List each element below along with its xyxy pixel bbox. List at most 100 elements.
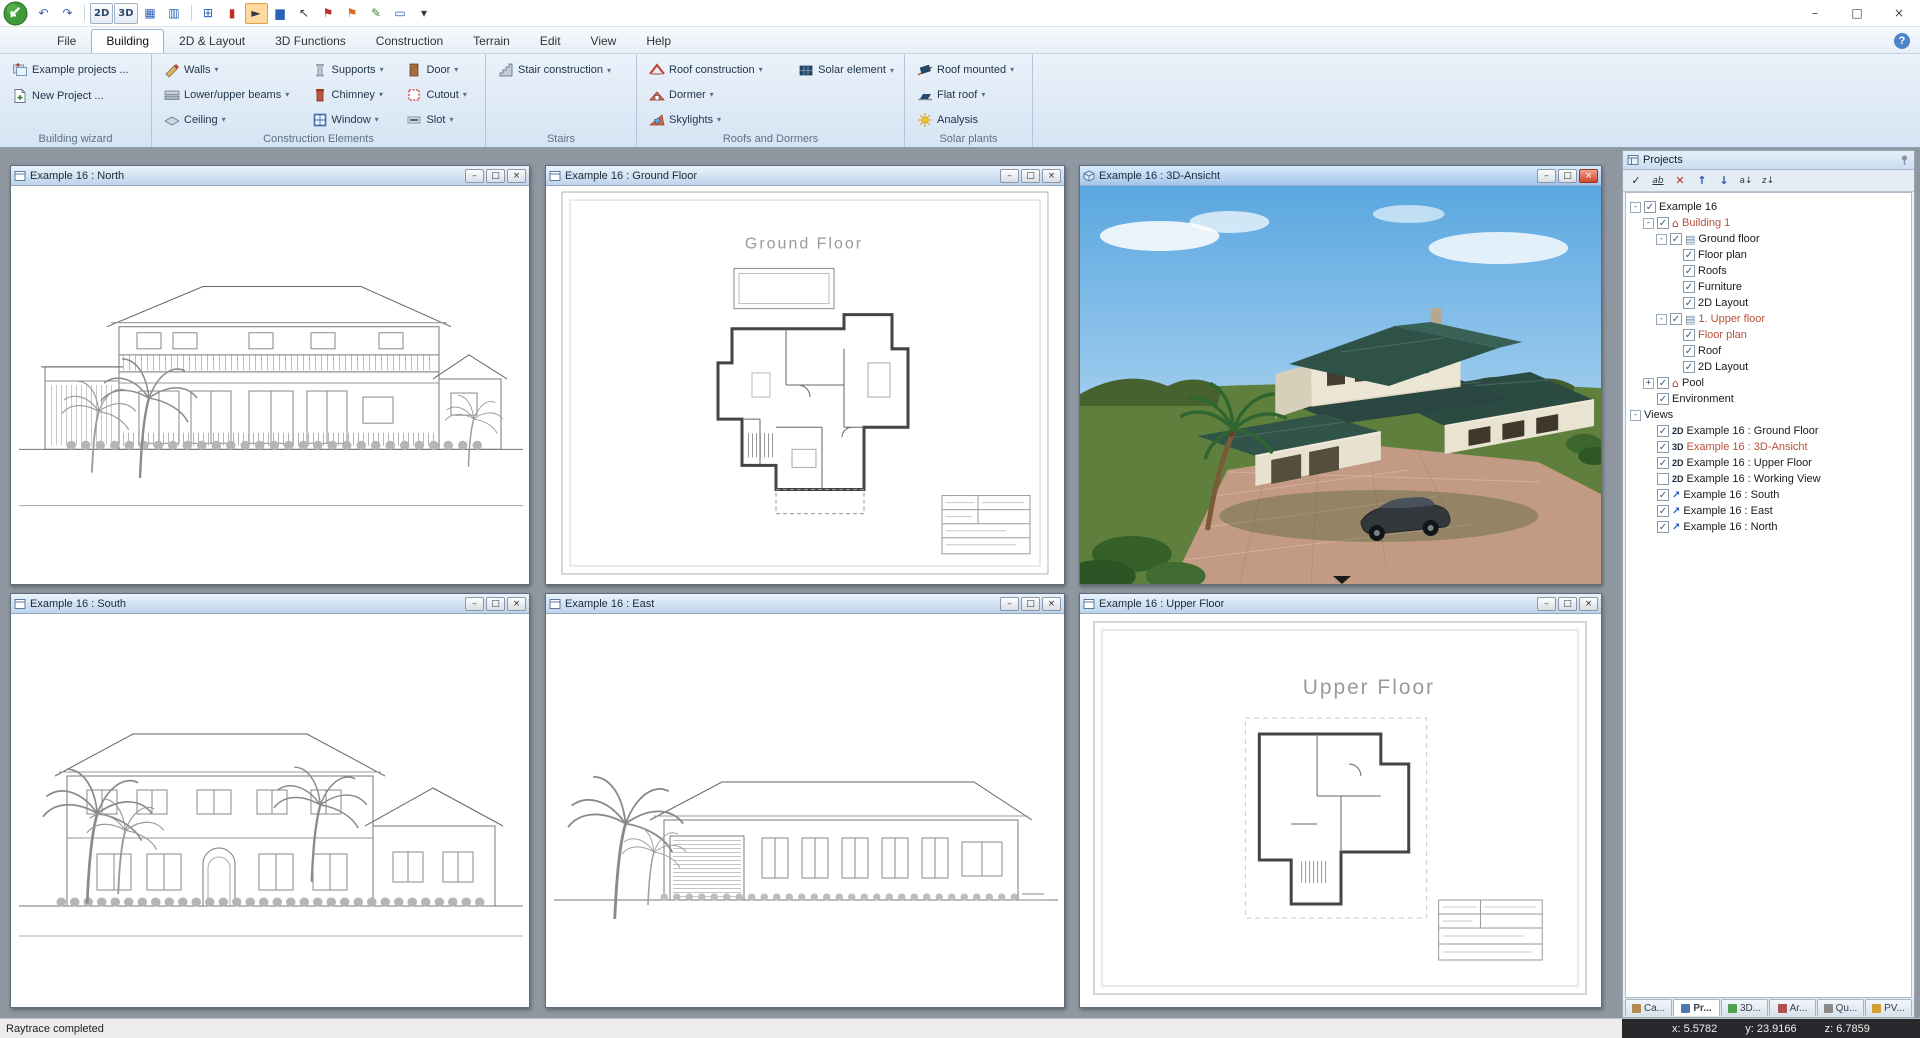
restore-button[interactable]: □ [1021, 169, 1040, 183]
tab-terrain[interactable]: Terrain [458, 29, 525, 53]
window-titlebar[interactable]: Example 16 : East –□× [546, 594, 1064, 614]
close-button[interactable]: × [1878, 0, 1920, 27]
undo-button[interactable]: ↶ [32, 3, 55, 24]
tree-item[interactable]: ✓Roofs [1627, 263, 1911, 279]
window-titlebar[interactable]: Example 16 : Ground Floor –□× [546, 166, 1064, 186]
checkbox[interactable]: ✓ [1670, 313, 1682, 325]
ribbon-item-chimney[interactable]: Chimney▾ [308, 83, 399, 106]
expander-icon[interactable]: + [1643, 378, 1654, 389]
ribbon-item-roof-mounted[interactable]: Roof mounted▾ [913, 58, 1018, 81]
checkbox[interactable]: ✓ [1683, 361, 1695, 373]
move-down-button[interactable]: ↓ [1714, 172, 1734, 190]
checkbox[interactable]: ✓ [1683, 249, 1695, 261]
tab-building[interactable]: Building [91, 29, 164, 53]
confirm-button[interactable]: ✓ [1626, 172, 1646, 190]
rename-button[interactable]: ab [1648, 172, 1668, 190]
flag-tool-button[interactable]: ⚑ [317, 3, 340, 24]
child-window-east[interactable]: Example 16 : East –□× [545, 593, 1065, 1008]
eraser-tool-button[interactable]: ▭ [389, 3, 412, 24]
minimize-button[interactable]: – [1794, 0, 1836, 27]
checkbox[interactable]: ✓ [1683, 265, 1695, 277]
window-titlebar[interactable]: Example 16 : Upper Floor –□× [1080, 594, 1601, 614]
tree-item[interactable]: ✓↗Example 16 : South [1627, 487, 1911, 503]
minimize-button[interactable]: – [1537, 169, 1556, 183]
pencil-tool-button[interactable]: ✎ [365, 3, 388, 24]
minimize-button[interactable]: – [1000, 169, 1019, 183]
checkbox[interactable]: ✓ [1657, 489, 1669, 501]
checkbox[interactable]: ✓ [1683, 297, 1695, 309]
ribbon-item-skylights[interactable]: Skylights▾ [645, 108, 790, 131]
checkbox[interactable]: ✓ [1683, 281, 1695, 293]
grid-toggle-button[interactable]: ⊞ [197, 3, 220, 24]
checkbox[interactable]: ✓ [1657, 377, 1669, 389]
tree-item[interactable]: -✓▤1. Upper floor [1627, 311, 1911, 327]
panel-tab-catalog[interactable]: Ca... [1625, 999, 1672, 1016]
marker-tool-button[interactable]: ⚑ [341, 3, 364, 24]
expander-icon[interactable]: - [1643, 218, 1654, 229]
tree-item[interactable]: ✓Floor plan [1627, 327, 1911, 343]
ribbon-item-analysis[interactable]: Analysis [913, 108, 1018, 131]
ribbon-item-cutout[interactable]: Cutout▾ [402, 83, 479, 106]
tab-3d-functions[interactable]: 3D Functions [260, 29, 361, 53]
select-tool-button[interactable]: ► [245, 3, 268, 24]
close-button[interactable]: × [507, 597, 526, 611]
checkbox[interactable]: ✓ [1657, 425, 1669, 437]
tab-construction[interactable]: Construction [361, 29, 458, 53]
minimize-button[interactable]: – [465, 597, 484, 611]
tree-item[interactable]: ✓3DExample 16 : 3D-Ansicht [1627, 439, 1911, 455]
help-icon[interactable]: ? [1894, 33, 1910, 49]
more-tools-button[interactable]: ▾ [413, 3, 436, 24]
view-2d-button[interactable]: 2D [90, 3, 113, 24]
tree-item[interactable]: ✓2D Layout [1627, 295, 1911, 311]
restore-button[interactable]: □ [1558, 597, 1577, 611]
cascade-windows-button[interactable]: ▥ [163, 3, 186, 24]
panel-tab-3d[interactable]: 3D... [1721, 999, 1768, 1016]
expander-icon[interactable]: - [1630, 202, 1641, 213]
tab-view[interactable]: View [576, 29, 632, 53]
checkbox[interactable]: ✓ [1657, 217, 1669, 229]
close-button[interactable]: × [1042, 597, 1061, 611]
delete-button[interactable]: ✕ [1670, 172, 1690, 190]
tree-item[interactable]: ✓↗Example 16 : East [1627, 503, 1911, 519]
ribbon-item-flat-roof[interactable]: Flat roof▾ [913, 83, 1018, 106]
tree-item[interactable]: ✓Environment [1627, 391, 1911, 407]
tree-item[interactable]: ✓↗Example 16 : North [1627, 519, 1911, 535]
maximize-button[interactable]: □ [1836, 0, 1878, 27]
tree-item[interactable]: ✓Roof [1627, 343, 1911, 359]
restore-button[interactable]: □ [486, 597, 505, 611]
tab-file[interactable]: File [42, 29, 91, 53]
minimize-button[interactable]: – [1000, 597, 1019, 611]
ribbon-item-window[interactable]: Window▾ [308, 108, 399, 131]
tree-item[interactable]: -✓Example 16 [1627, 199, 1911, 215]
sort-ascending-button[interactable]: a↓ [1736, 172, 1756, 190]
pointer-tool-button[interactable]: ↖ [293, 3, 316, 24]
north-elevation-canvas[interactable] [11, 186, 529, 584]
ribbon-item-ceiling[interactable]: Ceiling▾ [160, 108, 304, 131]
render-3d-canvas[interactable] [1080, 186, 1601, 584]
section-tool-button[interactable]: ▮ [221, 3, 244, 24]
window-titlebar[interactable]: Example 16 : North –□× [11, 166, 529, 186]
ribbon-item-example-projects[interactable]: Example projects ... [8, 58, 133, 82]
restore-button[interactable]: □ [486, 169, 505, 183]
tab-help[interactable]: Help [631, 29, 686, 53]
tab-edit[interactable]: Edit [525, 29, 576, 53]
child-window-3d-view[interactable]: Example 16 : 3D-Ansicht –□× [1079, 165, 1602, 585]
app-logo-icon[interactable] [3, 1, 28, 26]
checkbox[interactable]: ✓ [1683, 345, 1695, 357]
tree-item[interactable]: ✓Furniture [1627, 279, 1911, 295]
window-titlebar[interactable]: Example 16 : South –□× [11, 594, 529, 614]
ribbon-item-door[interactable]: Door▾ [402, 58, 479, 81]
ribbon-item-dormer[interactable]: Dormer▾ [645, 83, 790, 106]
checkbox[interactable] [1657, 473, 1669, 485]
checkbox[interactable]: ✓ [1657, 521, 1669, 533]
panel-tab-area[interactable]: Ar... [1769, 999, 1816, 1016]
close-button[interactable]: × [1042, 169, 1061, 183]
ribbon-item-stair-construction[interactable]: Stair construction▾ [494, 58, 615, 82]
tree-item[interactable]: ✓2D Layout [1627, 359, 1911, 375]
ribbon-item-roof-construction[interactable]: Roof construction▾ [645, 58, 790, 81]
ground-floor-plan-canvas[interactable]: Ground Floor [546, 186, 1064, 584]
minimize-button[interactable]: – [465, 169, 484, 183]
tab-2d-layout[interactable]: 2D & Layout [164, 29, 260, 53]
panel-tab-quantities[interactable]: Qu... [1817, 999, 1864, 1016]
checkbox[interactable]: ✓ [1657, 457, 1669, 469]
